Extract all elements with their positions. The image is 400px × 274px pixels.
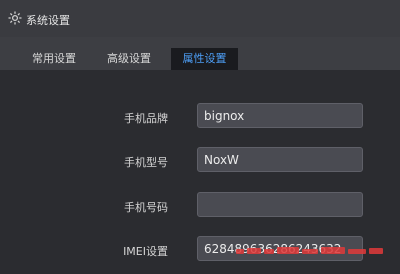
tab-common-settings[interactable]: 常用设置: [26, 48, 82, 70]
imei-input[interactable]: [197, 236, 363, 261]
phone-number-input[interactable]: [197, 192, 363, 217]
window-title: 系统设置: [26, 14, 70, 27]
tab-property-settings[interactable]: 属性设置: [171, 48, 238, 70]
title-bar: 系统设置: [0, 0, 400, 37]
phone-model-label: 手机型号: [124, 156, 168, 169]
tab-bar: 常用设置 高级设置 属性设置: [0, 37, 400, 70]
tab-advanced-settings[interactable]: 高级设置: [101, 48, 157, 70]
phone-model-input[interactable]: [197, 147, 363, 172]
phone-brand-input[interactable]: [197, 103, 363, 128]
settings-window: 系统设置 常用设置 高级设置 属性设置 手机品牌 手机型号 手机号码 IMEI设…: [0, 0, 400, 274]
imei-label: IMEI设置: [123, 245, 168, 258]
phone-brand-label: 手机品牌: [124, 112, 168, 125]
phone-number-label: 手机号码: [124, 201, 168, 214]
gear-icon: [8, 11, 22, 25]
